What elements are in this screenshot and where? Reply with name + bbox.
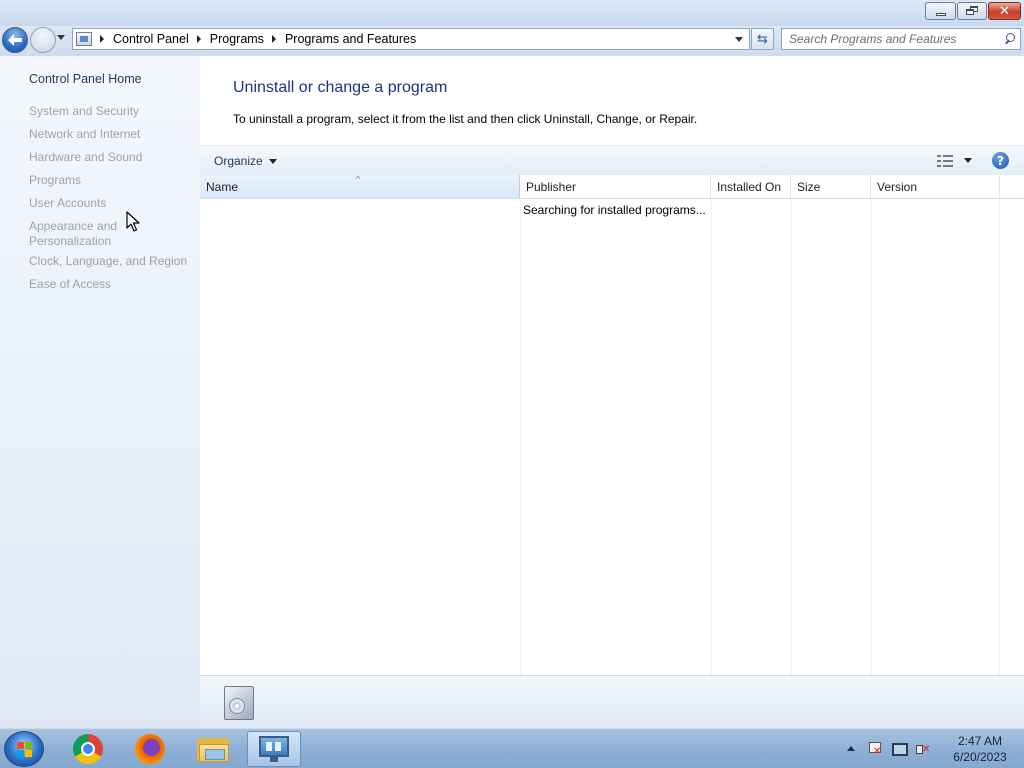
change-view-icon[interactable]	[937, 155, 953, 167]
system-clock[interactable]: 2:47 AM 6/20/2023	[940, 733, 1020, 765]
column-header-label: Installed On	[717, 180, 782, 194]
breadcrumb-arrow-icon[interactable]	[271, 35, 276, 43]
view-options-dropdown-icon[interactable]	[964, 158, 972, 163]
action-center-icon[interactable]	[867, 741, 883, 757]
main-content: Uninstall or change a program To uninsta…	[200, 56, 1024, 728]
sidebar-item-appearance-and-personalization[interactable]: Appearance and Personalization	[29, 219, 129, 249]
column-divider	[999, 199, 1000, 675]
taskbar-control-panel[interactable]	[247, 731, 301, 767]
column-header-publisher[interactable]: Publisher	[520, 175, 711, 198]
close-button[interactable]: ✕	[988, 2, 1021, 20]
taskbar-firefox[interactable]	[123, 731, 177, 767]
search-icon[interactable]	[1001, 31, 1017, 47]
taskbar: 2:47 AM 6/20/2023	[0, 728, 1024, 768]
column-header-label: Publisher	[526, 180, 577, 194]
clock-date: 6/20/2023	[953, 750, 1007, 764]
refresh-button[interactable]: ⇆	[751, 28, 774, 50]
volume-muted-icon[interactable]	[915, 741, 931, 757]
control-panel-home-link[interactable]: Control Panel Home	[29, 72, 142, 86]
column-header-label: Version	[877, 180, 918, 194]
sidebar-item-network-and-internet[interactable]: Network and Internet	[29, 127, 194, 142]
recent-pages-dropdown[interactable]	[57, 35, 65, 40]
back-arrow-icon	[8, 34, 22, 46]
command-bar: Organize ?	[200, 145, 1024, 175]
details-pane	[200, 675, 1024, 728]
programs-and-features-icon	[220, 682, 258, 724]
column-header-version[interactable]: Version	[871, 175, 1000, 198]
search-input[interactable]	[789, 32, 1001, 46]
sidebar-item-user-accounts[interactable]: User Accounts	[29, 196, 194, 211]
task-pane: Control Panel Home System and Security N…	[0, 56, 200, 728]
breadcrumb-control-panel[interactable]: Control Panel	[113, 32, 189, 46]
breadcrumb-programs-and-features[interactable]: Programs and Features	[285, 32, 416, 46]
network-icon[interactable]	[891, 741, 908, 757]
window-titlebar: ✕	[0, 0, 1024, 26]
taskbar-chrome[interactable]	[61, 731, 115, 767]
page-title: Uninstall or change a program	[233, 79, 448, 96]
sidebar-item-clock-language-and-region[interactable]: Clock, Language, and Region	[29, 254, 194, 269]
program-list-header: ^ Name Publisher Installed On Size Versi…	[200, 174, 1024, 199]
forward-arrow-icon	[37, 35, 49, 45]
address-dropdown-icon[interactable]	[735, 37, 743, 42]
column-header-label: Size	[797, 180, 821, 194]
breadcrumb-arrow-icon[interactable]	[100, 35, 104, 43]
sidebar-item-system-and-security[interactable]: System and Security	[29, 104, 194, 119]
minimize-button[interactable]	[925, 2, 956, 20]
column-divider	[520, 199, 521, 675]
address-bar[interactable]: Control Panel Programs Programs and Feat…	[72, 28, 750, 50]
organize-button[interactable]: Organize	[214, 154, 277, 168]
column-divider	[871, 199, 872, 675]
sidebar-item-ease-of-access[interactable]: Ease of Access	[29, 277, 194, 292]
taskbar-file-explorer[interactable]	[186, 731, 240, 767]
column-divider	[791, 199, 792, 675]
column-header-label: Name	[206, 180, 239, 194]
search-box[interactable]	[781, 28, 1021, 50]
navigation-bar: Control Panel Programs Programs and Feat…	[0, 26, 1024, 56]
windows-logo-icon	[17, 742, 33, 757]
control-panel-icon	[76, 32, 92, 46]
folder-icon	[197, 736, 229, 762]
help-icon[interactable]: ?	[992, 152, 1009, 169]
chevron-down-icon	[268, 158, 277, 164]
minimize-icon	[935, 12, 946, 16]
program-list[interactable]: Searching for installed programs...	[200, 199, 1024, 675]
forward-button[interactable]	[30, 27, 56, 53]
column-header-size[interactable]: Size	[791, 175, 871, 198]
back-button[interactable]	[2, 27, 28, 53]
start-button[interactable]	[4, 731, 44, 767]
clock-time: 2:47 AM	[957, 734, 1003, 748]
sidebar-item-hardware-and-sound[interactable]: Hardware and Sound	[29, 150, 194, 165]
chrome-icon	[73, 734, 103, 764]
searching-status: Searching for installed programs...	[523, 203, 706, 217]
column-divider	[711, 199, 712, 675]
mouse-cursor-icon	[126, 211, 140, 232]
close-icon: ✕	[999, 3, 1010, 19]
control-panel-icon	[259, 736, 289, 762]
notification-area: 2:47 AM 6/20/2023	[840, 729, 1024, 768]
firefox-icon	[135, 734, 165, 764]
breadcrumb-programs[interactable]: Programs	[210, 32, 264, 46]
sidebar-item-programs[interactable]: Programs	[29, 173, 194, 188]
organize-label: Organize	[214, 154, 263, 168]
column-header-name[interactable]: ^ Name	[200, 174, 520, 198]
column-header-installed-on[interactable]: Installed On	[711, 175, 791, 198]
sort-ascending-icon: ^	[356, 174, 361, 184]
restore-icon	[966, 6, 978, 16]
restore-button[interactable]	[957, 2, 987, 20]
show-hidden-icons-icon[interactable]	[847, 746, 855, 751]
breadcrumb-arrow-icon[interactable]	[196, 35, 201, 43]
page-description: To uninstall a program, select it from t…	[233, 112, 698, 126]
refresh-icon: ⇆	[757, 31, 768, 47]
